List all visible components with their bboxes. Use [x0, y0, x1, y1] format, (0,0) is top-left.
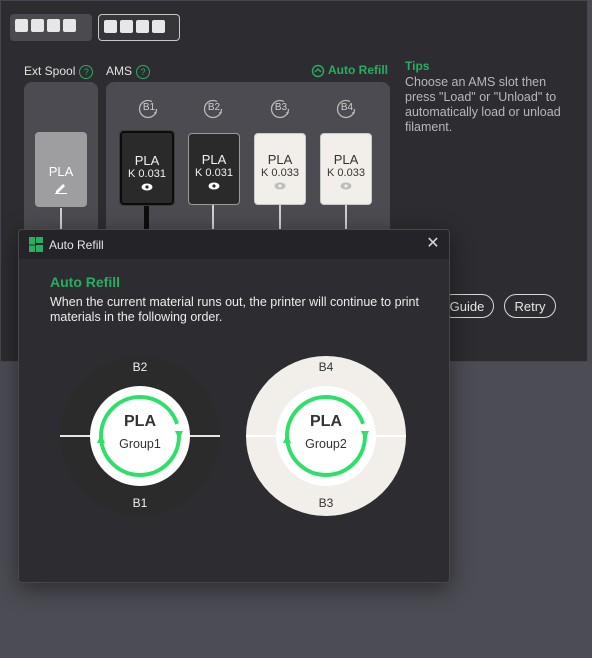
group-material: PLA: [310, 413, 342, 430]
auto-refill-label: Auto Refill: [328, 63, 388, 77]
group-material: PLA: [124, 413, 156, 430]
eye-icon[interactable]: [208, 182, 220, 190]
tips-text: Choose an AMS slot then press "Load" or …: [405, 75, 561, 134]
retry-button[interactable]: Retry: [504, 294, 556, 318]
close-icon[interactable]: ✕: [424, 235, 442, 253]
tab-square-icon: [31, 19, 44, 32]
slot-id: B4: [340, 102, 354, 113]
ams-label: AMS: [106, 64, 133, 78]
tab-square-icon: [120, 20, 133, 33]
slot-k-value: K 0.033: [327, 167, 365, 179]
ext-spool-header: Ext Spool?: [24, 64, 94, 79]
eye-icon[interactable]: [141, 183, 153, 191]
extruder-tab-2[interactable]: [98, 14, 180, 41]
ams-slot-b1[interactable]: PLA K 0.031: [120, 131, 174, 205]
group-bottom-slot: B3: [318, 496, 334, 510]
slot-k-value: K 0.031: [128, 168, 166, 180]
group-name: Group2: [305, 437, 347, 451]
slot-b1-refill-badge: B1: [136, 98, 162, 120]
tab-square-icon: [63, 19, 76, 32]
refill-group-2: B4 PLA Group2 B3: [245, 355, 407, 517]
ams-slot-b2[interactable]: PLA K 0.031: [188, 133, 240, 205]
ams-slot-b4[interactable]: PLA K 0.033: [320, 133, 372, 205]
slot-id: B1: [142, 102, 156, 113]
tab-square-icon: [152, 20, 165, 33]
dialog-title: Auto Refill: [49, 238, 104, 252]
slot-id: B2: [207, 102, 221, 113]
group-ring: [60, 356, 220, 516]
tab-square-icon: [104, 20, 117, 33]
extruder-tab-1[interactable]: [10, 14, 92, 41]
dialog-heading: Auto Refill: [50, 274, 120, 290]
tips-title: Tips: [405, 59, 430, 73]
slot-k-value: K 0.033: [261, 167, 299, 179]
refill-group-1: B2 PLA Group1 B1: [59, 355, 221, 517]
group-ring: [246, 356, 406, 516]
group-bottom-slot: B1: [132, 496, 148, 510]
ams-header: AMS?: [106, 64, 151, 79]
slot-material: PLA: [134, 153, 160, 168]
dialog-description: When the current material runs out, the …: [50, 295, 419, 324]
help-icon[interactable]: ?: [79, 64, 94, 79]
slot-b2-refill-badge: B2: [201, 98, 227, 120]
ams-slot-b3[interactable]: PLA K 0.033: [254, 133, 306, 205]
group-top-slot: B2: [132, 360, 148, 374]
app-logo-icon: [29, 237, 43, 252]
help-icon[interactable]: ?: [136, 64, 151, 79]
tab-square-icon: [136, 20, 149, 33]
refill-icon: [311, 64, 325, 78]
slot-k-value: K 0.031: [195, 167, 233, 179]
group-top-slot: B4: [318, 360, 334, 374]
slot-b4-refill-badge: B4: [334, 98, 360, 120]
slot-material: PLA: [333, 152, 359, 167]
tab-square-icon: [47, 19, 60, 32]
slot-id: B3: [274, 102, 288, 113]
ext-spool-slot[interactable]: PLA: [35, 132, 87, 207]
eye-icon[interactable]: [274, 182, 286, 190]
edit-icon[interactable]: [54, 182, 68, 194]
ext-spool-material: PLA: [48, 164, 74, 179]
group-name: Group1: [119, 437, 161, 451]
slot-material: PLA: [267, 152, 293, 167]
slot-b3-refill-badge: B3: [268, 98, 294, 120]
eye-icon[interactable]: [340, 182, 352, 190]
slot-material: PLA: [201, 152, 227, 167]
tab-square-icon: [15, 19, 28, 32]
ext-spool-label: Ext Spool: [24, 64, 76, 78]
auto-refill-dialog: Auto Refill ✕ Auto Refill When the curre…: [18, 229, 450, 583]
auto-refill-link[interactable]: Auto Refill: [311, 63, 388, 78]
